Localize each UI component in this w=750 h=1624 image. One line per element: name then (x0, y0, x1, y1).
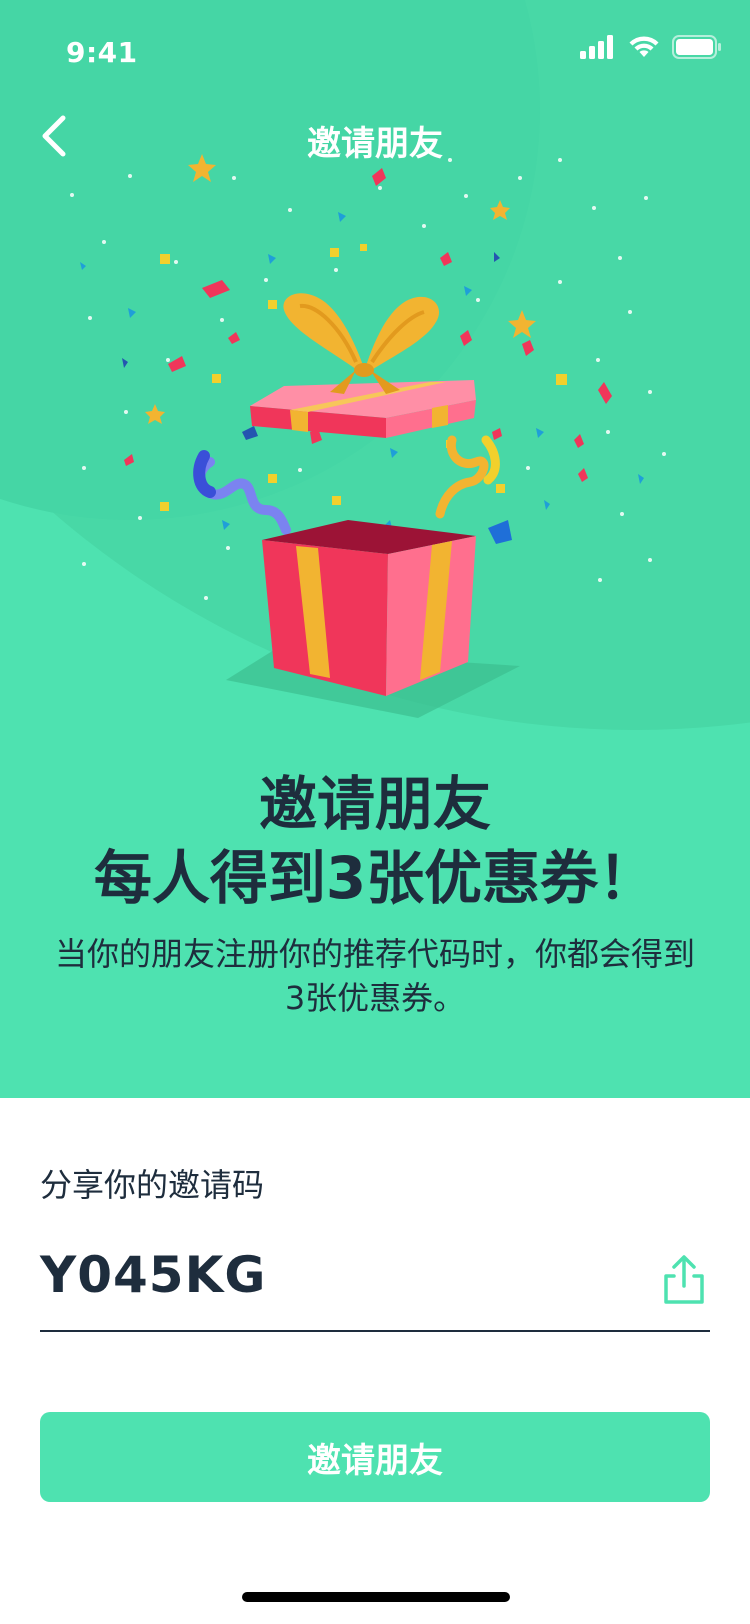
invite-friends-button[interactable]: 邀请朋友 (40, 1412, 710, 1502)
gift-box-lid (250, 380, 476, 438)
invite-code-field[interactable]: Y045KG (40, 1236, 710, 1332)
wifi-icon (629, 36, 659, 57)
battery-icon (672, 35, 721, 59)
hero-description: 当你的朋友注册你的推荐代码时，你都会得到3张优惠券。 (54, 935, 695, 1017)
confetti-pieces (80, 168, 644, 544)
gift-box-body (262, 520, 476, 696)
streamer-ribbons (193, 435, 500, 535)
share-upload-icon[interactable] (660, 1254, 708, 1306)
share-code-label: 分享你的邀请码 (40, 1166, 265, 1204)
invite-code-value[interactable]: Y045KG (40, 1246, 266, 1304)
gift-bow (283, 293, 440, 394)
headline-subtitle: 每人得到3张优惠券！ (93, 844, 657, 912)
hero-section: 9:41 邀请朋友 邀请朋友 每人得到3张优惠券！ 当你的朋友注册你的推荐代码时… (0, 0, 750, 1098)
status-bar: 9:41 (0, 0, 750, 96)
headline-title: 邀请朋友 (258, 770, 491, 838)
cellular-signal-icon (580, 35, 613, 59)
home-indicator[interactable] (242, 1592, 510, 1602)
status-time: 9:41 (66, 36, 138, 69)
status-icons (580, 34, 722, 60)
gift-box-illustration (70, 154, 666, 718)
